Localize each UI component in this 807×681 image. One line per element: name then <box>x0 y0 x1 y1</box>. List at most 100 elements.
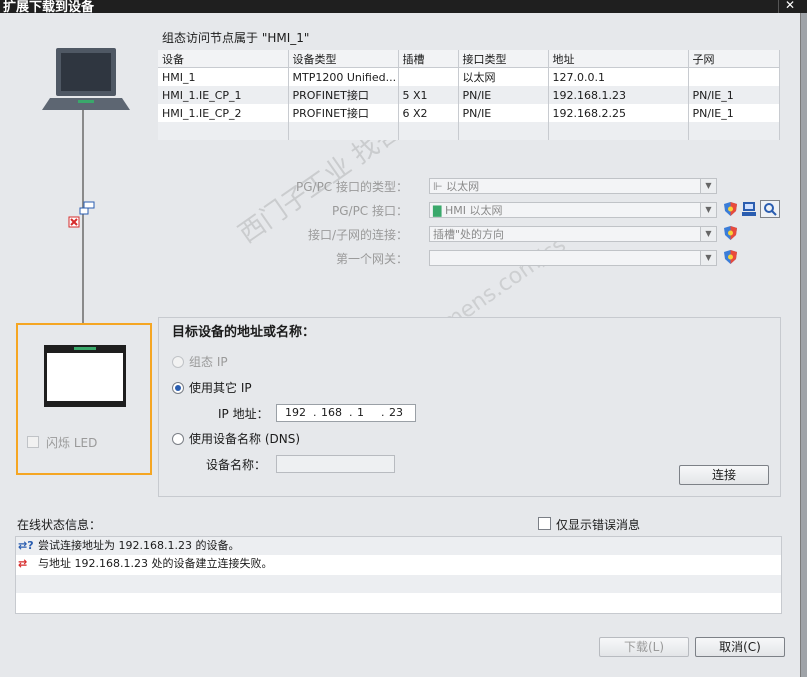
cell-subnet: PN/IE_1 <box>688 104 780 122</box>
download-button[interactable]: 下载(L) <box>599 637 689 657</box>
cell-address: 127.0.0.1 <box>548 67 689 86</box>
cell-type: MTP1200 Unified... <box>288 67 399 86</box>
ip-dot: . <box>381 406 385 419</box>
chevron-down-icon: ▼ <box>700 179 716 193</box>
cell-type: PROFINET接口 <box>288 86 399 104</box>
status-message: 尝试连接地址为 192.168.1.23 的设备。 <box>38 539 240 552</box>
device-name-label: 设备名称： <box>206 458 267 472</box>
pgpc-type-value: 以太网 <box>446 180 480 193</box>
list-item[interactable]: ⇄? 尝试连接地址为 192.168.1.23 的设备。 <box>16 537 781 555</box>
search-devices-button[interactable] <box>760 200 780 218</box>
ip-dot: . <box>349 406 353 419</box>
gateway-select[interactable]: ▼ <box>429 250 717 266</box>
cancel-button[interactable]: 取消(C) <box>695 637 785 657</box>
radio-other-ip-label: 使用其它 IP <box>189 381 252 395</box>
table-header: 设备 设备类型 插槽 接口类型 地址 子网 <box>158 50 780 68</box>
shield-icon[interactable] <box>724 202 737 216</box>
subnet-conn-select[interactable]: 插槽"处的方向 ▼ <box>429 226 717 242</box>
cell-iftype <box>458 122 549 140</box>
title-bar <box>0 0 807 13</box>
properties-icon[interactable] <box>741 201 757 217</box>
only-errors-label: 仅显示错误消息 <box>556 518 641 532</box>
ip-dot: . <box>313 406 317 419</box>
pgpc-type-label: PG/PC 接口的类型： <box>295 180 408 194</box>
cell-iftype: PN/IE <box>458 104 549 122</box>
column-header[interactable]: 设备类型 <box>288 50 399 68</box>
column-header[interactable]: 子网 <box>688 50 780 68</box>
pc-icon <box>42 48 130 110</box>
cell-slot <box>398 67 459 86</box>
column-header[interactable]: 设备 <box>158 50 289 68</box>
network-card-icon: ▇ <box>433 204 445 217</box>
cell-device <box>158 122 289 140</box>
status-label: 在线状态信息： <box>17 518 102 532</box>
background-strip-bottom <box>0 677 807 681</box>
cell-type: PROFINET接口 <box>288 104 399 122</box>
ip-octet-1: 192 <box>285 406 306 419</box>
close-button[interactable]: ✕ <box>778 0 801 13</box>
list-item <box>16 595 781 613</box>
table-row[interactable]: HMI_1 MTP1200 Unified... 以太网 127.0.0.1 <box>158 67 780 86</box>
cell-subnet <box>688 122 780 140</box>
pgpc-if-value: HMI 以太网 <box>444 204 503 217</box>
list-item[interactable]: ⇄ 与地址 192.168.1.23 处的设备建立连接失败。 <box>16 555 781 573</box>
chevron-down-icon: ▼ <box>700 227 716 241</box>
pgpc-if-select[interactable]: ▇ HMI 以太网 ▼ <box>429 202 717 218</box>
cell-subnet: PN/IE_1 <box>688 86 780 104</box>
device-name-input[interactable] <box>276 455 395 473</box>
device-table: 设备 设备类型 插槽 接口类型 地址 子网 HMI_1 MTP1200 Unif… <box>158 50 780 140</box>
cell-address: 192.168.2.25 <box>548 104 689 122</box>
target-title: 目标设备的地址或名称： <box>172 325 316 340</box>
table-row[interactable]: HMI_1.IE_CP_2 PROFINET接口 6 X2 PN/IE 192.… <box>158 104 780 122</box>
column-header[interactable]: 接口类型 <box>458 50 549 68</box>
flash-led-checkbox[interactable] <box>27 436 39 448</box>
shield-icon[interactable] <box>724 250 737 264</box>
cell-iftype: PN/IE <box>458 86 549 104</box>
ethernet-icon: ⊩ <box>433 180 447 193</box>
flash-led-label: 闪烁 LED <box>46 436 98 450</box>
cell-iftype: 以太网 <box>458 67 549 86</box>
magnifier-icon <box>764 203 777 216</box>
cell-device: HMI_1.IE_CP_2 <box>158 104 289 122</box>
cell-address <box>548 122 689 140</box>
hmi-device-icon <box>44 345 126 407</box>
ip-octet-3: 1 <box>357 406 364 419</box>
radio-dns-label: 使用设备名称 (DNS) <box>189 432 301 446</box>
cell-slot: 5 X1 <box>398 86 459 104</box>
shield-icon[interactable] <box>724 226 737 240</box>
error-icon <box>68 216 80 228</box>
cell-device: HMI_1 <box>158 67 289 86</box>
node-label: 组态访问节点属于 "HMI_1" <box>162 31 310 45</box>
cell-device: HMI_1.IE_CP_1 <box>158 86 289 104</box>
ip-address-label: IP 地址： <box>218 407 269 421</box>
chevron-down-icon: ▼ <box>700 251 716 265</box>
radio-dns[interactable] <box>172 433 184 445</box>
ip-address-input[interactable]: 192 . 168 . 1 . 23 <box>276 404 416 422</box>
topology-graphic <box>42 48 130 323</box>
gateway-label: 第一个网关： <box>335 252 408 266</box>
radio-other-ip[interactable] <box>172 382 184 394</box>
ip-octet-4: 23 <box>389 406 403 419</box>
radio-config-ip-label: 组态 IP <box>189 355 228 369</box>
radio-config-ip[interactable] <box>172 356 184 368</box>
table-row[interactable] <box>158 122 780 140</box>
column-header[interactable]: 地址 <box>548 50 689 68</box>
pgpc-type-select[interactable]: ⊩ 以太网 ▼ <box>429 178 717 194</box>
chevron-down-icon: ▼ <box>700 203 716 217</box>
cell-subnet <box>688 67 780 86</box>
table-row[interactable]: HMI_1.IE_CP_1 PROFINET接口 5 X1 PN/IE 192.… <box>158 86 780 104</box>
cell-type <box>288 122 399 140</box>
subnet-conn-label: 接口/子网的连接： <box>307 228 408 242</box>
pgpc-if-label: PG/PC 接口： <box>331 204 408 218</box>
status-message: 与地址 192.168.1.23 处的设备建立连接失败。 <box>38 557 273 570</box>
ip-octet-2: 168 <box>321 406 342 419</box>
list-item <box>16 575 781 593</box>
column-header[interactable]: 插槽 <box>398 50 459 68</box>
only-errors-checkbox[interactable] <box>538 517 551 530</box>
connect-button[interactable]: 连接 <box>679 465 769 485</box>
connect-error-icon: ⇄ <box>18 557 28 570</box>
cell-address: 192.168.1.23 <box>548 86 689 104</box>
cell-slot: 6 X2 <box>398 104 459 122</box>
subnet-conn-value: 插槽"处的方向 <box>433 228 505 241</box>
cell-slot <box>398 122 459 140</box>
